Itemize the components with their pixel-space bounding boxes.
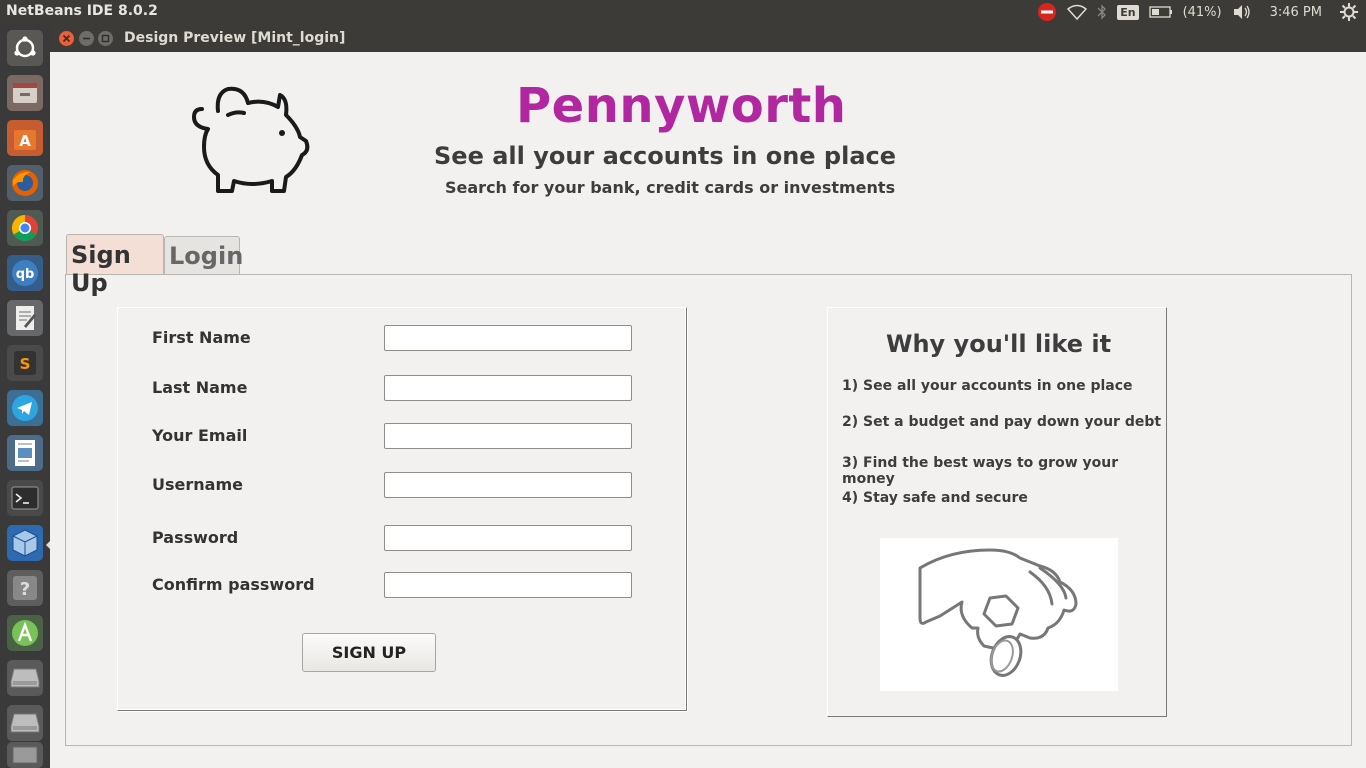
tagline: See all your accounts in one place	[434, 142, 897, 170]
sub-tagline: Search for your bank, credit cards or in…	[445, 178, 896, 197]
benefit-item: 2) Set a budget and pay down your debt	[842, 414, 1162, 430]
svg-text:S: S	[20, 355, 31, 373]
benefit-item: 1) See all your accounts in one place	[842, 378, 1133, 394]
active-app-name: NetBeans IDE 8.0.2	[6, 3, 158, 19]
trash-icon[interactable]	[7, 742, 43, 768]
benefit-item: 4) Stay safe and secure	[842, 490, 1028, 506]
email-label: Your Email	[152, 426, 248, 445]
help-icon[interactable]: ?	[7, 570, 43, 606]
battery-icon[interactable]	[1148, 6, 1173, 18]
maximize-window-button[interactable]	[98, 31, 113, 46]
drive-icon[interactable]	[7, 660, 43, 696]
benefit-item: 3) Find the best ways to grow your money	[842, 455, 1119, 487]
close-icon	[62, 34, 71, 43]
virtualbox-icon[interactable]	[7, 525, 43, 561]
qbittorrent-icon[interactable]: qb	[7, 255, 43, 291]
software-center-icon[interactable]: A	[7, 120, 43, 156]
last-name-label: Last Name	[152, 378, 248, 397]
telegram-icon[interactable]	[7, 390, 43, 426]
first-name-label: First Name	[152, 328, 251, 347]
confirm-password-field[interactable]	[384, 572, 632, 598]
clock[interactable]: 3:46 PM	[1270, 5, 1322, 20]
wifi-icon[interactable]	[1067, 4, 1088, 20]
chrome-icon[interactable]	[7, 210, 43, 246]
password-field[interactable]	[384, 525, 632, 551]
username-label: Username	[152, 475, 243, 494]
files-icon[interactable]	[7, 75, 43, 111]
email-field[interactable]	[384, 423, 632, 449]
volume-icon[interactable]	[1232, 4, 1252, 20]
maximize-icon	[101, 34, 110, 43]
battery-percentage: (41%)	[1182, 4, 1222, 20]
username-field[interactable]	[384, 472, 632, 498]
design-preview-content: Pennyworth See all your accounts in one …	[50, 52, 1366, 768]
system-tray: En (41%) 3:46 PM	[1037, 0, 1358, 24]
launcher: A qb S ?	[0, 24, 50, 768]
document-viewer-icon[interactable]	[7, 435, 43, 471]
top-panel: NetBeans IDE 8.0.2 En (41%) 3:46 PM	[0, 0, 1366, 24]
hand-coin-illustration	[880, 538, 1118, 691]
tab-sign-up[interactable]: Sign Up	[66, 234, 164, 297]
bluetooth-icon[interactable]	[1097, 4, 1107, 20]
text-editor-icon[interactable]	[7, 300, 43, 336]
svg-text:?: ?	[20, 579, 30, 600]
brand-title: Pennyworth	[516, 78, 847, 134]
last-name-field[interactable]	[384, 375, 632, 401]
first-name-field[interactable]	[384, 325, 632, 351]
svg-text:A: A	[19, 132, 31, 150]
keyboard-language-indicator[interactable]: En	[1117, 4, 1139, 20]
window-titlebar: Design Preview [Mint_login]	[50, 24, 1366, 52]
hand-holding-coin-icon	[918, 548, 1078, 677]
close-window-button[interactable]	[59, 31, 74, 46]
sign-up-button[interactable]: SIGN UP	[302, 633, 436, 672]
minimize-icon	[83, 37, 90, 40]
settings-gear-icon[interactable]	[1340, 3, 1358, 21]
signup-form: First Name Last Name Your Email Username…	[117, 307, 687, 711]
terminal-icon[interactable]	[7, 480, 43, 516]
tab-login[interactable]: Login	[164, 236, 243, 274]
sublime-text-icon[interactable]: S	[7, 345, 43, 381]
do-not-disturb-icon[interactable]	[1037, 2, 1057, 22]
drive-icon-2[interactable]	[7, 705, 43, 741]
firefox-icon[interactable]	[7, 165, 43, 201]
android-studio-icon[interactable]	[7, 615, 43, 651]
piggy-bank-icon	[192, 86, 310, 193]
window-title: Design Preview [Mint_login]	[124, 30, 346, 46]
ubuntu-dash-icon[interactable]	[7, 30, 43, 66]
svg-text:qb: qb	[16, 267, 35, 282]
minimize-window-button[interactable]	[79, 31, 94, 46]
benefits-title: Why you'll like it	[886, 330, 1112, 358]
benefits-panel: Why you'll like it 1) See all your accou…	[827, 307, 1167, 717]
confirm-password-label: Confirm password	[152, 575, 315, 594]
password-label: Password	[152, 528, 239, 547]
